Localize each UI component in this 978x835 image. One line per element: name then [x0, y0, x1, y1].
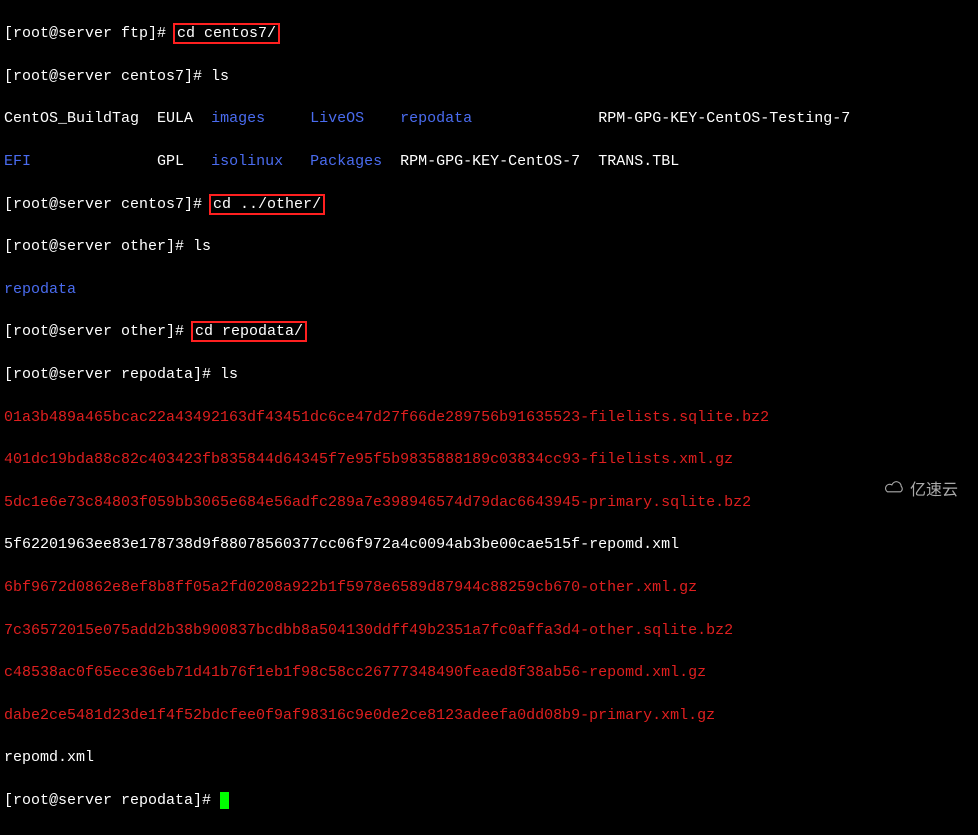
prompt-line: [root@server other]# ls	[4, 236, 974, 257]
prompt: [root@server centos7]#	[4, 68, 211, 85]
command-highlight: cd repodata/	[191, 321, 307, 342]
ls-item: GPL	[157, 153, 184, 170]
repo-file: dabe2ce5481d23de1f4f52bdcfee0f9af98316c9…	[4, 705, 974, 726]
ls-item-dir: isolinux	[211, 153, 283, 170]
repo-file: 01a3b489a465bcac22a43492163df43451dc6ce4…	[4, 407, 974, 428]
watermark-label: 亿速云	[910, 480, 958, 503]
prompt: [root@server other]#	[4, 323, 193, 340]
command-highlight: cd centos7/	[173, 23, 280, 44]
prompt-line: [root@server repodata]#	[4, 790, 974, 811]
cloud-icon	[884, 479, 906, 503]
command: ls	[193, 238, 211, 255]
ls-item: CentOS_BuildTag	[4, 110, 139, 127]
prompt: [root@server repodata]#	[4, 792, 220, 809]
repo-file: 401dc19bda88c82c403423fb835844d64345f7e9…	[4, 449, 974, 470]
prompt: [root@server other]#	[4, 238, 193, 255]
cursor[interactable]	[220, 792, 229, 809]
repo-file: 7c36572015e075add2b38b900837bcdbb8a50413…	[4, 620, 974, 641]
ls-item-dir: Packages	[310, 153, 382, 170]
ls-item: TRANS.TBL	[598, 153, 679, 170]
command: ls	[211, 68, 229, 85]
repo-file: 5dc1e6e73c84803f059bb3065e684e56adfc289a…	[4, 492, 974, 513]
prompt: [root@server centos7]#	[4, 196, 211, 213]
prompt: [root@server repodata]#	[4, 366, 220, 383]
ls-output-row: EFI GPL isolinux Packages RPM-GPG-KEY-Ce…	[4, 151, 974, 172]
command-highlight: cd ../other/	[209, 194, 325, 215]
ls-item: EULA	[157, 110, 193, 127]
watermark: 亿速云	[884, 479, 958, 503]
terminal-viewport[interactable]: [root@server ftp]# cd centos7/ [root@ser…	[0, 0, 978, 835]
prompt-line: [root@server other]# cd repodata/	[4, 321, 974, 342]
ls-item-dir: images	[211, 110, 265, 127]
ls-item-dir: LiveOS	[310, 110, 364, 127]
prompt-line: [root@server ftp]# cd centos7/	[4, 23, 974, 44]
ls-item: RPM-GPG-KEY-CentOS-7	[400, 153, 580, 170]
prompt-line: [root@server repodata]# ls	[4, 364, 974, 385]
ls-item: RPM-GPG-KEY-CentOS-Testing-7	[598, 110, 850, 127]
ls-output-row: repodata	[4, 279, 974, 300]
repo-file: 6bf9672d0862e8ef8b8ff05a2fd0208a922b1f59…	[4, 577, 974, 598]
ls-item-dir: repodata	[400, 110, 472, 127]
repo-file: c48538ac0f65ece36eb71d41b76f1eb1f98c58cc…	[4, 662, 974, 683]
prompt-line: [root@server centos7]# cd ../other/	[4, 194, 974, 215]
ls-item-dir: EFI	[4, 153, 31, 170]
repo-file: repomd.xml	[4, 747, 974, 768]
command: ls	[220, 366, 238, 383]
prompt-line: [root@server centos7]# ls	[4, 66, 974, 87]
prompt: [root@server ftp]#	[4, 25, 175, 42]
ls-output-row: CentOS_BuildTag EULA images LiveOS repod…	[4, 108, 974, 129]
ls-item-dir: repodata	[4, 281, 76, 298]
repo-file: 5f62201963ee83e178738d9f88078560377cc06f…	[4, 534, 974, 555]
